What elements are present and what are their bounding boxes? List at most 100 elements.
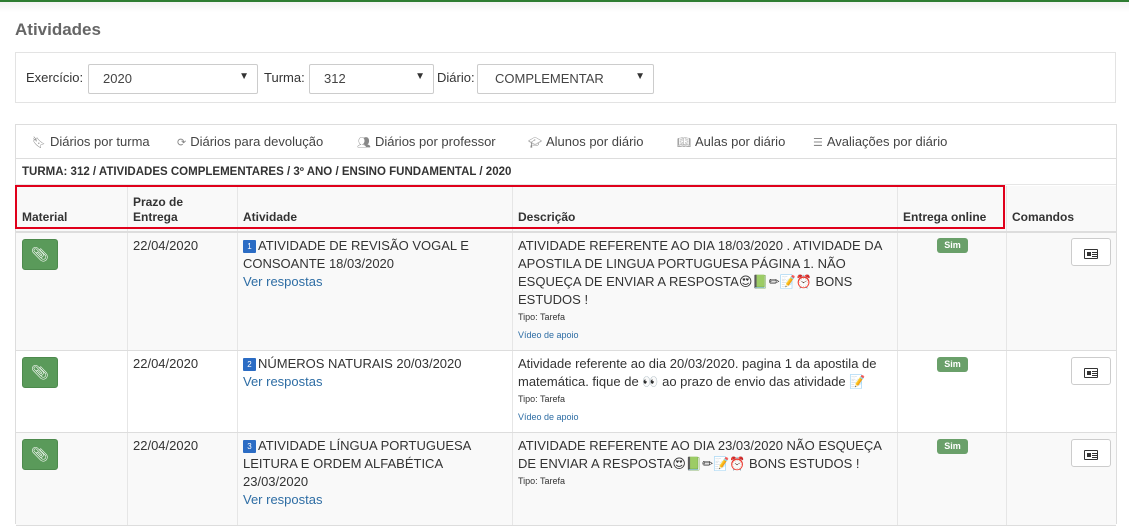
material-button[interactable]: 📎︎	[22, 439, 58, 470]
turma-value: 312	[324, 71, 346, 86]
header-entrega-online: Entrega online	[903, 210, 987, 224]
material-button[interactable]: 📎︎	[22, 357, 58, 388]
due-date: 22/04/2020	[133, 438, 199, 453]
header-prazo: Prazo de Entrega	[133, 195, 184, 224]
activity-type: Tipo: Tarefa	[518, 476, 566, 486]
turma-select[interactable]: 312 ▼	[309, 64, 434, 94]
graduation-cap-icon: 🎓︎	[528, 137, 542, 149]
number-badge-icon: 1	[243, 240, 256, 253]
ver-respostas-link[interactable]: Ver respostas	[243, 492, 323, 507]
activity-title: NÚMEROS NATURAIS 20/03/2020	[258, 356, 462, 371]
id-card-icon	[1084, 368, 1098, 378]
table-row: 📎︎ 22/04/2020 2 NÚMEROS NATURAIS 20/03/20…	[16, 351, 1116, 433]
table-row: 📎︎ 22/04/2020 1 ATIVIDADE DE REVISÃO VOGA…	[16, 233, 1116, 351]
online-badge: Sim	[937, 439, 968, 454]
header-shadow	[0, 2, 1129, 12]
activity-title: CONSOANTE 18/03/2020	[243, 256, 395, 271]
filters-panel: Exercício: 2020 ▼ Turma: 312 ▼ Diário: C…	[15, 52, 1116, 103]
diario-value: COMPLEMENTAR	[495, 71, 604, 86]
column-divider	[237, 186, 238, 231]
table-header: Material Prazo de Entrega Atividade Desc…	[16, 186, 1116, 233]
column-divider	[1006, 186, 1007, 231]
activity-cell: 2 NÚMEROS NATURAIS 20/03/2020 Ver respost…	[243, 355, 505, 391]
activities-panel: 🔖︎ Diários por turma ⟳ Diários para devolu…	[15, 124, 1117, 526]
tabs-bar: 🔖︎ Diários por turma ⟳ Diários para devolu…	[16, 125, 1116, 159]
column-divider	[512, 433, 513, 525]
paperclip-icon: 📎︎	[31, 446, 49, 462]
bookmark-icon: 🔖︎	[32, 137, 46, 149]
activity-title: ATIVIDADE LÍNGUA PORTUGUESA	[258, 438, 472, 453]
tab-diarios-para-devolucao[interactable]: ⟳ Diários para devolução	[177, 134, 323, 149]
due-date: 22/04/2020	[133, 238, 199, 253]
description-cell: Atividade referente ao dia 20/03/2020. p…	[518, 355, 893, 423]
column-divider	[512, 233, 513, 350]
exercicio-label: Exercício:	[26, 70, 84, 85]
header-comandos: Comandos	[1012, 210, 1075, 224]
tab-aulas-por-diario[interactable]: 📖︎ Aulas por diário	[677, 134, 785, 149]
id-card-icon	[1084, 249, 1098, 259]
column-divider	[1006, 351, 1007, 432]
description-cell: ATIVIDADE REFERENTE AO DIA 23/03/2020 NÃ…	[518, 437, 893, 487]
book-icon: 📖︎	[677, 137, 691, 149]
table-row: 📎︎ 22/04/2020 3 ATIVIDADE LÍNGUA PORTUGUE…	[16, 433, 1116, 526]
description-cell: ATIVIDADE REFERENTE AO DIA 18/03/2020 . …	[518, 237, 893, 341]
due-date: 22/04/2020	[133, 356, 199, 371]
column-divider	[127, 351, 128, 432]
activity-title: 23/03/2020	[243, 474, 309, 489]
tab-diarios-por-professor[interactable]: 👥︎ Diários por professor	[357, 134, 496, 149]
column-divider	[1006, 233, 1007, 350]
column-divider	[512, 186, 513, 231]
commands-button[interactable]	[1071, 439, 1111, 467]
column-divider	[897, 433, 898, 525]
id-card-icon	[1084, 450, 1098, 460]
paperclip-icon: 📎︎	[31, 246, 49, 262]
chevron-down-icon: ▼	[239, 71, 249, 82]
chevron-down-icon: ▼	[415, 71, 425, 82]
column-divider	[897, 351, 898, 432]
tab-alunos-por-diario[interactable]: 🎓︎ Alunos por diário	[528, 134, 644, 149]
exercicio-value: 2020	[103, 71, 132, 86]
column-divider	[127, 233, 128, 350]
activity-cell: 1 ATIVIDADE DE REVISÃO VOGAL E CONSOANTE …	[243, 237, 505, 291]
users-icon: 👥︎	[357, 137, 371, 149]
page-title: Atividades	[15, 20, 101, 39]
diario-label: Diário:	[437, 70, 475, 85]
activity-title: LEITURA E ORDEM ALFABÉTICA	[243, 456, 444, 471]
activity-title: ATIVIDADE DE REVISÃO VOGAL E	[258, 238, 469, 253]
header-descricao: Descrição	[518, 210, 576, 224]
column-divider	[512, 351, 513, 432]
column-divider	[237, 433, 238, 525]
number-badge-icon: 3	[243, 440, 256, 453]
activity-cell: 3 ATIVIDADE LÍNGUA PORTUGUESA LEITURA E O…	[243, 437, 505, 509]
turma-label: Turma:	[264, 70, 305, 85]
activity-type: Tipo: Tarefa	[518, 312, 566, 322]
online-badge: Sim	[937, 357, 968, 372]
tab-avaliacoes-por-diario[interactable]: ☰ Avaliações por diário	[813, 134, 947, 149]
commands-button[interactable]	[1071, 238, 1111, 266]
refresh-icon: ⟳	[177, 137, 187, 149]
activity-type: Tipo: Tarefa	[518, 394, 566, 404]
header-material: Material	[22, 210, 68, 224]
diario-select[interactable]: COMPLEMENTAR ▼	[477, 64, 654, 94]
ver-respostas-link[interactable]: Ver respostas	[243, 274, 323, 289]
chevron-down-icon: ▼	[635, 71, 645, 82]
ver-respostas-link[interactable]: Ver respostas	[243, 374, 323, 389]
commands-button[interactable]	[1071, 357, 1111, 385]
column-divider	[237, 351, 238, 432]
column-divider	[897, 233, 898, 350]
column-divider	[127, 433, 128, 525]
column-divider	[897, 186, 898, 231]
column-divider	[1006, 433, 1007, 525]
video-link[interactable]: Vídeo de apoio	[518, 329, 893, 341]
header-atividade: Atividade	[243, 210, 298, 224]
table-caption: TURMA: 312 / ATIVIDADES COMPLEMENTARES /…	[16, 159, 1116, 185]
number-badge-icon: 2	[243, 358, 256, 371]
video-link[interactable]: Vídeo de apoio	[518, 411, 893, 423]
column-divider	[127, 186, 128, 231]
list-icon: ☰	[813, 137, 823, 149]
paperclip-icon: 📎︎	[31, 364, 49, 380]
tab-diarios-por-turma[interactable]: 🔖︎ Diários por turma	[32, 134, 150, 149]
material-button[interactable]: 📎︎	[22, 239, 58, 270]
exercicio-select[interactable]: 2020 ▼	[88, 64, 258, 94]
column-divider	[237, 233, 238, 350]
